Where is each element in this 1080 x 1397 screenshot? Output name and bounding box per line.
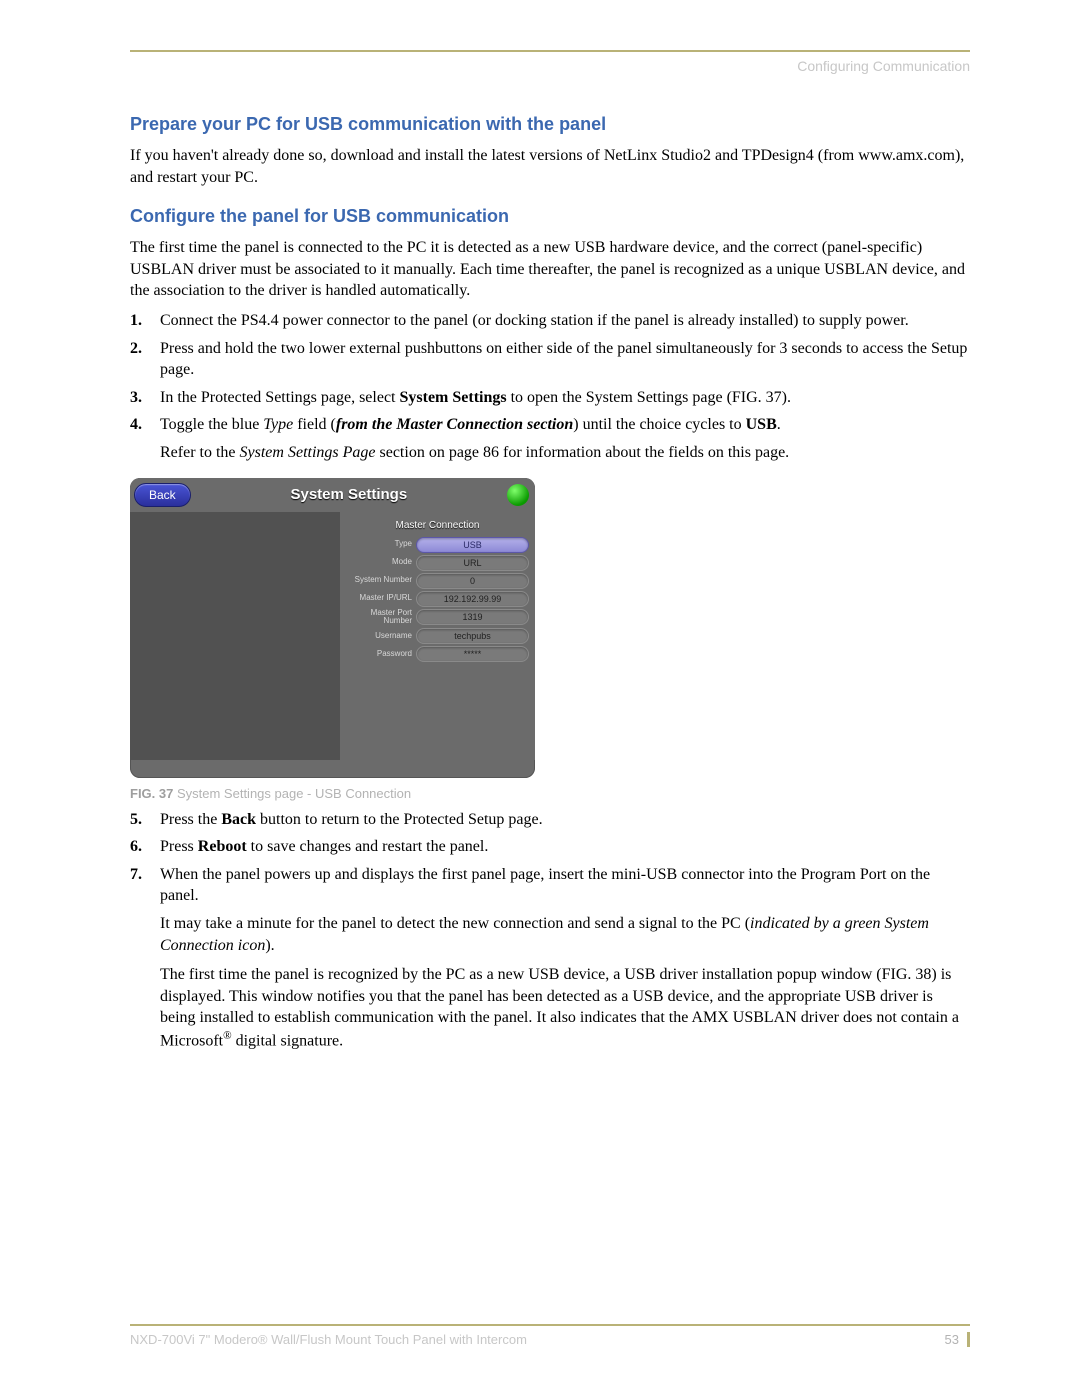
- panel-title: System Settings: [191, 486, 507, 503]
- step-4-e: ) until the choice cycles to: [573, 416, 745, 433]
- footer-page-number: 53: [945, 1332, 970, 1347]
- panel-left-area: [130, 512, 340, 760]
- step-4-f: USB: [746, 416, 777, 433]
- label-ip: Master IP/URL: [346, 594, 416, 603]
- field-ip[interactable]: 192.192.99.99: [416, 591, 529, 607]
- step-3-c: to open the System Settings page (FIG. 3…: [507, 389, 791, 406]
- back-button[interactable]: Back: [134, 483, 191, 507]
- figure-caption-text: System Settings page - USB Connection: [173, 786, 411, 801]
- header-section: Configuring Communication: [130, 58, 970, 74]
- steps-list-2: Press the Back button to return to the P…: [130, 809, 970, 1052]
- step-6-b: Reboot: [198, 838, 247, 855]
- step-4-c: field (: [293, 416, 336, 433]
- step-1: Connect the PS4.4 power connector to the…: [130, 310, 970, 332]
- step-7-p3b: digital signature.: [232, 1032, 344, 1049]
- field-mode[interactable]: URL: [416, 555, 529, 571]
- footer-doc-title: NXD-700Vi 7" Modero® Wall/Flush Mount To…: [130, 1332, 527, 1347]
- step-5-b: Back: [221, 811, 256, 828]
- label-pass: Password: [346, 650, 416, 659]
- top-rule: [130, 50, 970, 52]
- step-4-p2b: System Settings Page: [240, 444, 376, 461]
- page-footer: NXD-700Vi 7" Modero® Wall/Flush Mount To…: [130, 1324, 970, 1347]
- label-sysnum: System Number: [346, 576, 416, 585]
- step-6-a: Press: [160, 838, 198, 855]
- label-port: Master Port Number: [346, 609, 416, 627]
- step-2: Press and hold the two lower external pu…: [130, 338, 970, 381]
- figure-37: Back System Settings Master Connection T…: [130, 478, 970, 801]
- status-light-icon: [507, 484, 529, 506]
- heading-prepare-pc: Prepare your PC for USB communication wi…: [130, 114, 970, 135]
- label-mode: Mode: [346, 558, 416, 567]
- step-7-p2a: It may take a minute for the panel to de…: [160, 915, 750, 932]
- step-5: Press the Back button to return to the P…: [130, 809, 970, 831]
- step-4-p2a: Refer to the: [160, 444, 240, 461]
- step-3: In the Protected Settings page, select S…: [130, 387, 970, 409]
- step-4-d: from the Master Connection section: [336, 416, 573, 433]
- panel-right-area: Master Connection TypeUSB ModeURL System…: [340, 512, 535, 760]
- step-4-b: Type: [263, 416, 293, 433]
- step-7: When the panel powers up and displays th…: [130, 864, 970, 1052]
- step-6-c: to save changes and restart the panel.: [247, 838, 489, 855]
- step-5-c: button to return to the Protected Setup …: [256, 811, 543, 828]
- step-4-p2: Refer to the System Settings Page sectio…: [160, 442, 970, 464]
- label-type: Type: [346, 540, 416, 549]
- step-7-p1: When the panel powers up and displays th…: [160, 866, 930, 905]
- label-user: Username: [346, 632, 416, 641]
- step-5-a: Press the: [160, 811, 221, 828]
- step-1-text: Connect the PS4.4 power connector to the…: [160, 312, 909, 329]
- figure-number: FIG. 37: [130, 786, 173, 801]
- system-settings-panel: Back System Settings Master Connection T…: [130, 478, 535, 778]
- step-7-p2c: ).: [265, 937, 274, 954]
- master-connection-heading: Master Connection: [346, 516, 529, 535]
- step-6: Press Reboot to save changes and restart…: [130, 836, 970, 858]
- field-type[interactable]: USB: [416, 537, 529, 553]
- field-sysnum[interactable]: 0: [416, 573, 529, 589]
- step-2-text: Press and hold the two lower external pu…: [160, 340, 967, 379]
- heading-configure-panel: Configure the panel for USB communicatio…: [130, 206, 970, 227]
- para-configure-intro: The first time the panel is connected to…: [130, 237, 970, 302]
- field-pass[interactable]: *****: [416, 646, 529, 662]
- para-prepare-pc: If you haven't already done so, download…: [130, 145, 970, 188]
- step-4-a: Toggle the blue: [160, 416, 263, 433]
- step-3-a: In the Protected Settings page, select: [160, 389, 399, 406]
- steps-list-1: Connect the PS4.4 power connector to the…: [130, 310, 970, 464]
- field-user[interactable]: techpubs: [416, 628, 529, 644]
- field-port[interactable]: 1319: [416, 609, 529, 625]
- step-7-p3: The first time the panel is recognized b…: [160, 964, 970, 1052]
- step-4-g: .: [777, 416, 781, 433]
- step-4: Toggle the blue Type field (from the Mas…: [130, 414, 970, 463]
- figure-caption: FIG. 37 System Settings page - USB Conne…: [130, 786, 970, 801]
- step-4-p2c: section on page 86 for information about…: [376, 444, 790, 461]
- step-3-b: System Settings: [399, 389, 506, 406]
- step-7-p2: It may take a minute for the panel to de…: [160, 913, 970, 956]
- registered-icon: ®: [223, 1030, 232, 1042]
